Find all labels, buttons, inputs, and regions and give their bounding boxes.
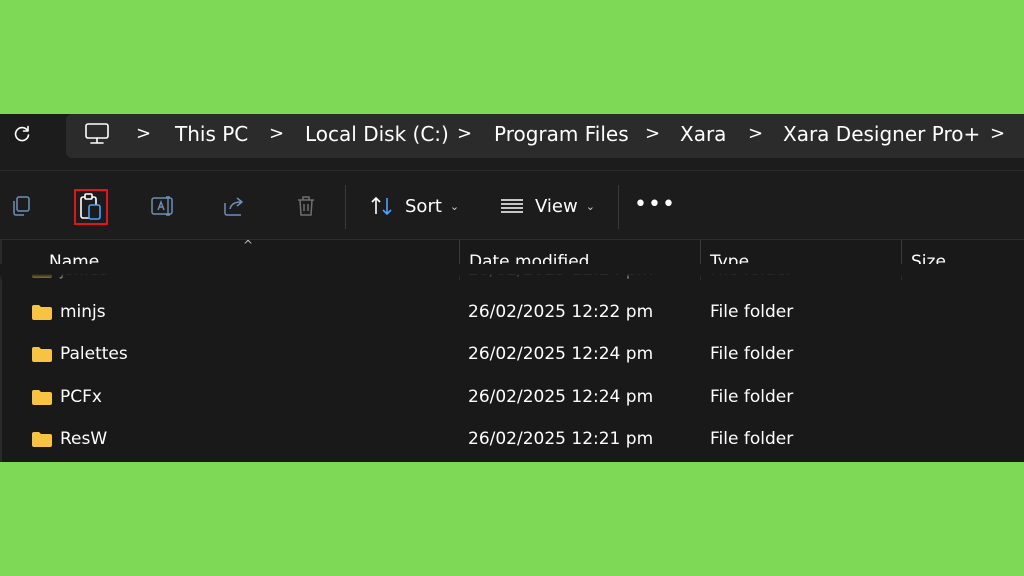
- command-bar: Sort ⌄ View ⌄ •••: [0, 170, 1024, 240]
- file-date: 26/02/2025 12:24 pm: [468, 264, 654, 280]
- file-date: 26/02/2025 12:21 pm: [468, 429, 654, 449]
- toolbar-divider: [345, 185, 346, 229]
- file-date: 26/02/2025 12:24 pm: [468, 344, 654, 364]
- breadcrumb-xara-designer-pro[interactable]: Xara Designer Pro+: [783, 121, 980, 147]
- breadcrumb-separator[interactable]: >: [457, 121, 472, 147]
- folder-icon: [32, 432, 52, 447]
- sort-button[interactable]: Sort ⌄: [369, 191, 459, 221]
- list-item[interactable]: jsfiles 26/02/2025 12:24 pm File folder: [0, 264, 1024, 292]
- breadcrumb-separator[interactable]: >: [990, 121, 1005, 147]
- breadcrumb-separator[interactable]: >: [645, 121, 660, 147]
- file-name: Palettes: [60, 344, 128, 364]
- breadcrumb-separator[interactable]: >: [748, 121, 763, 147]
- file-name: minjs: [60, 302, 106, 322]
- share-icon[interactable]: [220, 191, 250, 221]
- chevron-down-icon: ⌄: [449, 199, 460, 213]
- list-item[interactable]: PCFx 26/02/2025 12:24 pm File folder: [0, 377, 1024, 419]
- view-icon: [501, 199, 523, 213]
- toolbar-divider: [618, 185, 619, 229]
- delete-icon[interactable]: [291, 191, 321, 221]
- computer-icon[interactable]: [84, 122, 110, 146]
- sort-caret-icon: ^: [243, 238, 254, 252]
- file-explorer-window: > This PC > Local Disk (C:) > Program Fi…: [0, 114, 1024, 462]
- breadcrumb-program-files[interactable]: Program Files: [494, 121, 629, 147]
- file-type: File folder: [710, 344, 794, 364]
- paste-button[interactable]: [74, 189, 108, 225]
- file-date: 26/02/2025 12:24 pm: [468, 387, 654, 407]
- chevron-down-icon: ⌄: [585, 199, 595, 213]
- file-name: jsfiles: [60, 264, 109, 280]
- sort-label: Sort: [405, 195, 442, 217]
- folder-icon: [32, 347, 52, 362]
- view-label: View: [535, 195, 578, 217]
- paste-icon: [80, 193, 101, 220]
- file-type: File folder: [710, 302, 794, 322]
- breadcrumb-local-disk[interactable]: Local Disk (C:): [305, 121, 449, 147]
- view-button[interactable]: View ⌄: [499, 191, 595, 221]
- more-options-button[interactable]: •••: [634, 189, 675, 219]
- address-row: > This PC > Local Disk (C:) > Program Fi…: [0, 114, 1024, 170]
- file-type: File folder: [710, 429, 794, 449]
- list-item[interactable]: minjs 26/02/2025 12:22 pm File folder: [0, 292, 1024, 334]
- folder-icon: [32, 305, 52, 320]
- file-name: ResW: [60, 429, 108, 449]
- file-type: File folder: [710, 387, 794, 407]
- breadcrumb-separator[interactable]: >: [136, 121, 151, 147]
- list-item[interactable]: ResW 26/02/2025 12:21 pm File folder: [0, 419, 1024, 461]
- breadcrumb-this-pc[interactable]: This PC: [175, 121, 248, 147]
- rename-icon[interactable]: [148, 191, 178, 221]
- file-name: PCFx: [60, 387, 102, 407]
- file-date: 26/02/2025 12:22 pm: [468, 302, 654, 322]
- breadcrumb-xara[interactable]: Xara: [680, 121, 726, 147]
- copy-icon[interactable]: [6, 191, 36, 221]
- refresh-icon[interactable]: [10, 122, 34, 146]
- file-type: File folder: [710, 264, 794, 280]
- folder-icon: [32, 390, 52, 405]
- list-item[interactable]: Palettes 26/02/2025 12:24 pm File folder: [0, 334, 1024, 376]
- folder-icon: [32, 264, 52, 278]
- breadcrumb-separator[interactable]: >: [269, 121, 284, 147]
- sort-icon: [371, 197, 392, 215]
- file-list: jsfiles 26/02/2025 12:24 pm File folder …: [0, 264, 1024, 462]
- breadcrumb[interactable]: > This PC > Local Disk (C:) > Program Fi…: [66, 114, 1024, 158]
